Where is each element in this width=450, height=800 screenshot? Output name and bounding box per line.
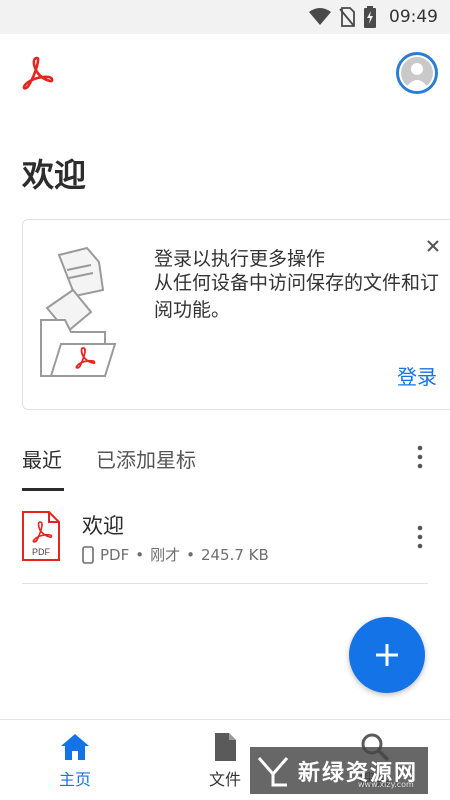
pdf-file-icon: PDF	[22, 511, 60, 561]
phone-icon	[82, 545, 94, 564]
file-type: PDF	[100, 545, 130, 564]
page-title: 欢迎	[22, 156, 87, 194]
file-name: 欢迎	[82, 514, 124, 538]
file-meta: PDF • 刚才 • 245.7 KB	[82, 544, 269, 565]
signin-link[interactable]: 登录	[397, 361, 437, 390]
tab-recent[interactable]: 最近	[22, 444, 62, 473]
tab-starred[interactable]: 已添加星标	[96, 444, 196, 473]
nav-home[interactable]: 主页	[0, 720, 150, 800]
home-icon	[61, 734, 89, 760]
meta-separator: •	[186, 545, 195, 564]
close-icon[interactable]	[425, 238, 441, 254]
status-time: 09:49	[389, 7, 438, 27]
watermark: 新绿资源网 www.xlzy.com	[250, 747, 428, 794]
files-folder-illustration	[40, 246, 117, 377]
watermark-logo-icon	[257, 756, 289, 786]
nav-home-label: 主页	[58, 770, 91, 789]
active-tab-indicator	[22, 488, 64, 491]
file-list-item[interactable]: PDF 欢迎 PDF • 刚才 • 245.7 KB	[0, 500, 450, 584]
no-sim-icon	[339, 7, 355, 27]
battery-charging-icon	[364, 6, 376, 28]
plus-icon	[376, 644, 398, 666]
add-fab-button[interactable]	[349, 617, 425, 693]
profile-avatar-icon	[401, 57, 433, 89]
watermark-url: www.xlzy.com	[358, 780, 414, 789]
file-tabs: 最近 已添加星标	[0, 436, 450, 492]
file-time: 刚才	[150, 546, 181, 564]
wifi-icon	[309, 8, 331, 25]
profile-avatar-button[interactable]	[396, 52, 438, 94]
file-more-options-icon[interactable]	[410, 524, 430, 550]
signin-card-body: 从任何设备中访问保存的文件和订阅功能。	[154, 272, 440, 321]
adobe-acrobat-logo	[22, 56, 54, 90]
signin-card: 登录以执行更多操作 从任何设备中访问保存的文件和订阅功能。 登录	[22, 219, 450, 410]
signin-card-title: 登录以执行更多操作	[154, 248, 326, 270]
meta-separator: •	[135, 545, 145, 564]
status-bar: 09:49	[0, 0, 450, 34]
divider	[22, 583, 428, 584]
file-size: 245.7 KB	[200, 545, 269, 564]
file-icon	[215, 733, 236, 761]
more-options-icon[interactable]	[410, 444, 430, 470]
pdf-badge: PDF	[32, 547, 51, 557]
